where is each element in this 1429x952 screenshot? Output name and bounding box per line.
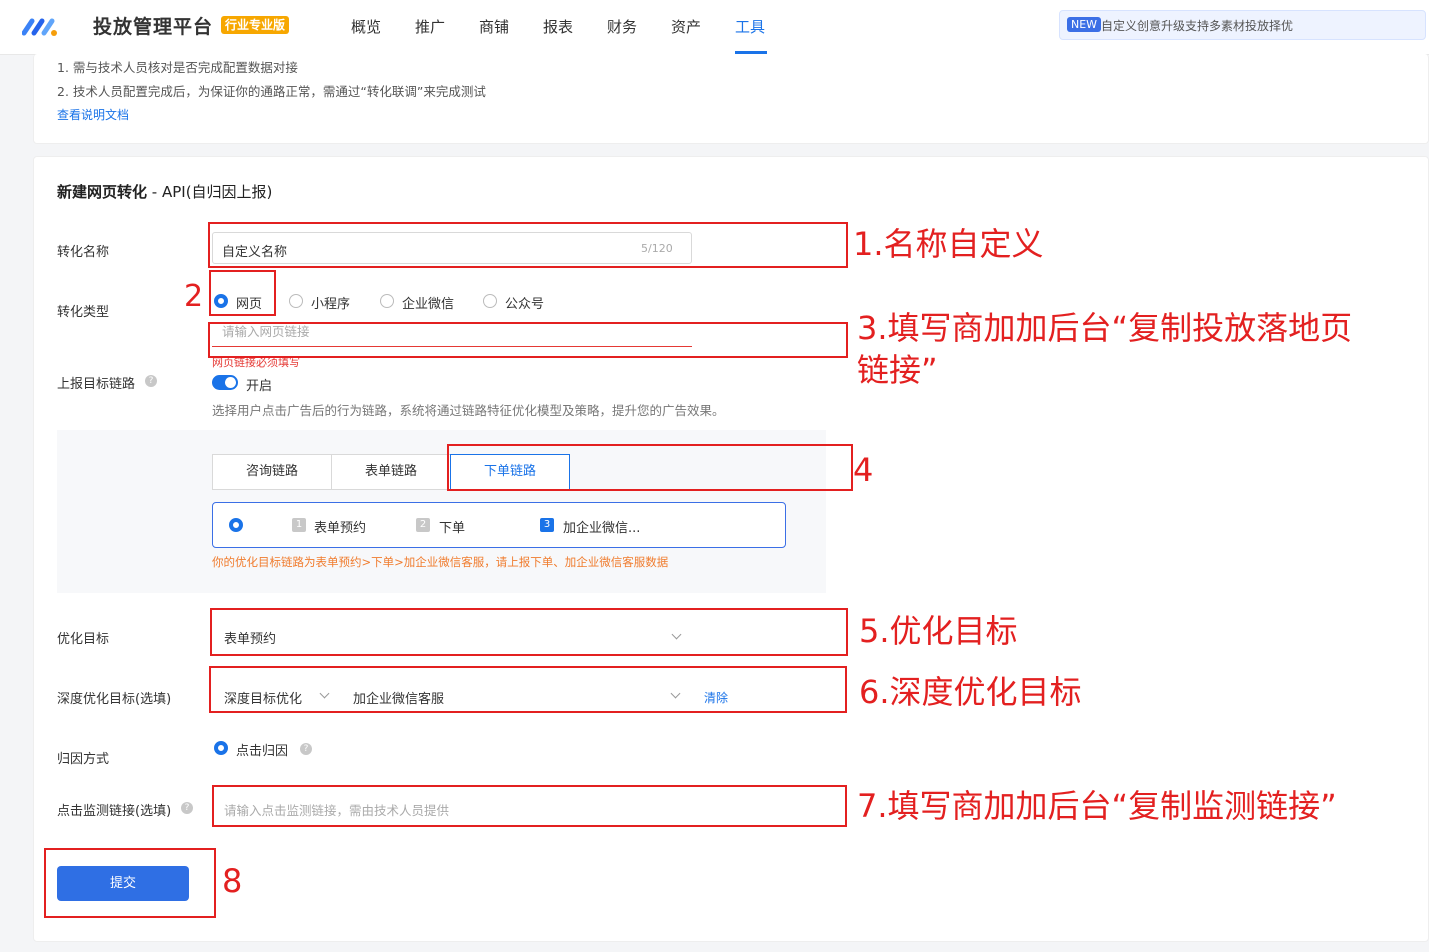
nav-item-reports[interactable]: 报表 (543, 16, 573, 37)
brand-title: 投放管理平台 (93, 16, 214, 38)
radio-miniprogram-label[interactable]: 小程序 (311, 293, 350, 312)
annotation-5: 5.优化目标 (859, 612, 1018, 650)
annotation-box-8 (44, 848, 216, 918)
chain-toggle[interactable] (212, 375, 238, 390)
chain-description: 选择用户点击广告后的行为链路，系统将通过链路特征优化模型及策略，提升您的广告效果… (212, 403, 725, 418)
annotation-box-4 (447, 444, 853, 491)
annotation-box-5 (210, 608, 848, 656)
step-number-3: 3 (540, 518, 554, 532)
tip-line-1: 1. 需与技术人员核对是否完成配置数据对接 (57, 60, 298, 75)
nav-item-overview[interactable]: 概览 (351, 16, 381, 37)
toggle-knob (225, 377, 236, 388)
annotation-6: 6.深度优化目标 (859, 673, 1082, 711)
opt-label: 优化目标 (57, 632, 110, 647)
annotation-box-6 (209, 666, 847, 713)
help-icon[interactable]: ? (300, 743, 312, 755)
help-icon[interactable]: ? (145, 375, 157, 387)
name-label: 转化名称 (57, 245, 110, 260)
step-number-2: 2 (416, 518, 430, 532)
toggle-label: 开启 (246, 379, 273, 394)
new-badge: NEW (1067, 17, 1102, 32)
logo-icon (22, 18, 57, 36)
doc-link[interactable]: 查看说明文档 (57, 106, 129, 123)
tab-form-chain[interactable]: 表单链路 (331, 454, 451, 490)
annotation-7: 7.填写商加加后台“复制监测链接” (857, 787, 1337, 825)
step-label-3: 加企业微信... (563, 521, 641, 536)
radio-click-attr-label[interactable]: 点击归因 (236, 740, 288, 759)
chain-hint: 你的优化目标链路为表单预约>下单>加企业微信客服，请上报下单、加企业微信客服数据 (212, 555, 669, 569)
chain-radio[interactable] (229, 518, 243, 532)
annotation-box-2 (209, 270, 276, 316)
chain-steps[interactable]: 1 表单预约 2 下单 3 加企业微信... (212, 502, 786, 548)
step-number-1: 1 (292, 518, 306, 532)
radio-wecom[interactable] (380, 294, 394, 308)
help-icon[interactable]: ? (181, 802, 193, 814)
nav-item-assets[interactable]: 资产 (671, 16, 701, 37)
type-label: 转化类型 (57, 305, 110, 320)
announcement-text: 自定义创意升级支持多素材投放择优 (1101, 19, 1294, 33)
nav-item-finance[interactable]: 财务 (607, 16, 637, 37)
annotation-4: 4 (853, 451, 874, 489)
annotation-3a: 3.填写商加加后台“复制投放落地页 (857, 309, 1353, 347)
annotation-8: 8 (222, 862, 243, 900)
annotation-box-1 (208, 222, 848, 268)
tip-line-2: 2. 技术人员配置完成后，为保证你的通路正常，需通过“转化联调”来完成测试 (57, 84, 486, 99)
nav-item-tools[interactable]: 工具 (735, 16, 765, 37)
announcement-bar[interactable]: NEW 自定义创意升级支持多素材投放择优 (1059, 10, 1426, 40)
chain-label: 上报目标链路 (57, 377, 136, 392)
annotation-3b: 链接” (857, 351, 938, 389)
nav-item-shop[interactable]: 商铺 (479, 16, 509, 37)
step-label-2: 下单 (439, 521, 466, 536)
radio-click-attr[interactable] (214, 741, 228, 755)
monitor-label: 点击监测链接(选填) (57, 804, 172, 819)
attr-label: 归因方式 (57, 752, 110, 767)
step-label-1: 表单预约 (314, 521, 367, 536)
form-title: 新建网页转化 - API(自归因上报) (57, 183, 273, 201)
top-nav: 投放管理平台 行业专业版 概览 推广 商铺 报表 财务 资产 工具 NEW 自定… (0, 0, 1429, 55)
nav-item-promotion[interactable]: 推广 (415, 16, 445, 37)
radio-official-account-label[interactable]: 公众号 (505, 293, 544, 312)
annotation-2: 2 (184, 279, 204, 314)
radio-miniprogram[interactable] (289, 294, 303, 308)
annotation-box-7 (212, 785, 847, 827)
brand-badge: 行业专业版 (221, 16, 290, 34)
annotation-box-3 (208, 322, 848, 358)
radio-official-account[interactable] (483, 294, 497, 308)
annotation-1: 1.名称自定义 (853, 225, 1044, 263)
tab-consult-chain[interactable]: 咨询链路 (212, 454, 332, 490)
radio-wecom-label[interactable]: 企业微信 (402, 293, 454, 312)
deep-label: 深度优化目标(选填) (57, 692, 172, 707)
